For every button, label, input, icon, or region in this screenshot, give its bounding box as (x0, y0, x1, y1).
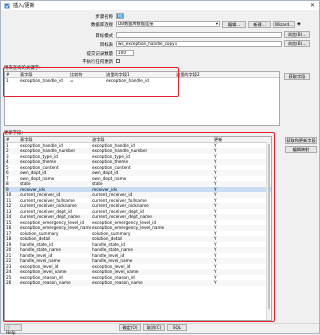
browse-schema-button[interactable]: 浏览(B)... (284, 31, 310, 38)
variable-icon: ◈ (297, 21, 301, 27)
step-name-input[interactable]: 插入 (116, 13, 124, 19)
table-cell[interactable]: Y (213, 280, 253, 286)
edit-mapping-button[interactable]: 编辑映射 (285, 146, 317, 153)
footer-bar: ⓘ Help 确定(O) 取消(C) SQL (1, 323, 319, 335)
commit-size-input[interactable]: 100 (116, 50, 134, 56)
column-header[interactable]: # (5, 137, 19, 141)
table-cell[interactable]: exception_reason_name (91, 280, 213, 286)
table-cell[interactable]: = (69, 78, 105, 84)
column-header[interactable]: 流里的字段2 (175, 72, 235, 76)
table-row[interactable]: 1 exception_handle_id = exception_handle_id (5, 78, 279, 84)
table-cell[interactable]: 1 (5, 78, 19, 84)
target-schema-input[interactable] (116, 32, 282, 38)
db-conn-value: DB数据库数据连接 (118, 21, 154, 26)
insert-update-dialog: 插入/更新 ✕ 步骤名称 插入 数据库连接 DB数据库数据连接 ▾ 编辑... … (0, 0, 320, 335)
table-cell[interactable] (175, 78, 235, 84)
table-cell[interactable]: exception_reason_name (19, 280, 91, 286)
app-icon (4, 3, 10, 8)
column-header[interactable]: 表字段 (19, 72, 69, 76)
table-cell[interactable]: exception_handle_id (105, 78, 175, 84)
close-icon[interactable]: ✕ (310, 2, 315, 9)
chevron-down-icon: ▾ (215, 21, 218, 26)
table-cell[interactable]: exception_handle_id (19, 78, 69, 84)
column-header[interactable]: 表字段 (19, 137, 91, 141)
column-header[interactable]: 流字段 (91, 137, 213, 141)
get-update-fields-button[interactable]: 获取和更新字段 (285, 137, 317, 144)
help-label: Help (6, 330, 16, 335)
lookup-keys-table: # 表字段 比较符 流里的字段1 流里的字段2 1 exception_handle_id… (4, 71, 280, 126)
new-connection-button[interactable]: 新建... (248, 20, 271, 28)
sql-button[interactable]: SQL (167, 324, 187, 331)
column-header[interactable]: 流里的字段1 (105, 72, 175, 76)
column-header[interactable]: # (5, 72, 19, 76)
title-bar: 插入/更新 ✕ (1, 1, 319, 10)
table-row[interactable]: 26 exception_reason_name exception_reason_… (5, 280, 271, 286)
browse-table-button[interactable]: 浏览(B)... (284, 40, 310, 47)
column-header[interactable]: 更新 (213, 137, 253, 141)
commit-size-label: 提交记录数量 (86, 52, 113, 57)
target-schema-label: 目标模式 (95, 34, 113, 39)
skip-update-checkbox[interactable] (116, 59, 120, 63)
column-header[interactable]: 比较符 (69, 72, 105, 76)
cancel-button[interactable]: 取消(C) (143, 324, 165, 331)
step-name-label: 步骤名称 (95, 15, 113, 20)
target-table-label: 目标表 (99, 43, 113, 48)
db-conn-label: 数据库连接 (91, 23, 113, 28)
table-cell[interactable]: 26 (5, 280, 19, 286)
update-fields-table: # 表字段 流字段 更新 1 exception_handle_id exception_… (4, 136, 272, 321)
get-fields-button[interactable]: 获取字段 (284, 73, 310, 80)
db-conn-select[interactable]: DB数据库数据连接 ▾ (116, 21, 220, 27)
edit-connection-button[interactable]: 编辑... (222, 20, 246, 28)
ok-button[interactable]: 确定(O) (119, 324, 141, 331)
help-button[interactable]: ⓘ Help (4, 324, 22, 335)
update-table-scrollbar[interactable] (266, 142, 270, 320)
window-title: 插入/更新 (13, 3, 35, 9)
target-table-input[interactable]: ws_exception_handle_copy1 (116, 41, 282, 47)
scrollbar-thumb[interactable] (267, 144, 270, 309)
wizard-button[interactable]: Wizard... (273, 20, 295, 28)
